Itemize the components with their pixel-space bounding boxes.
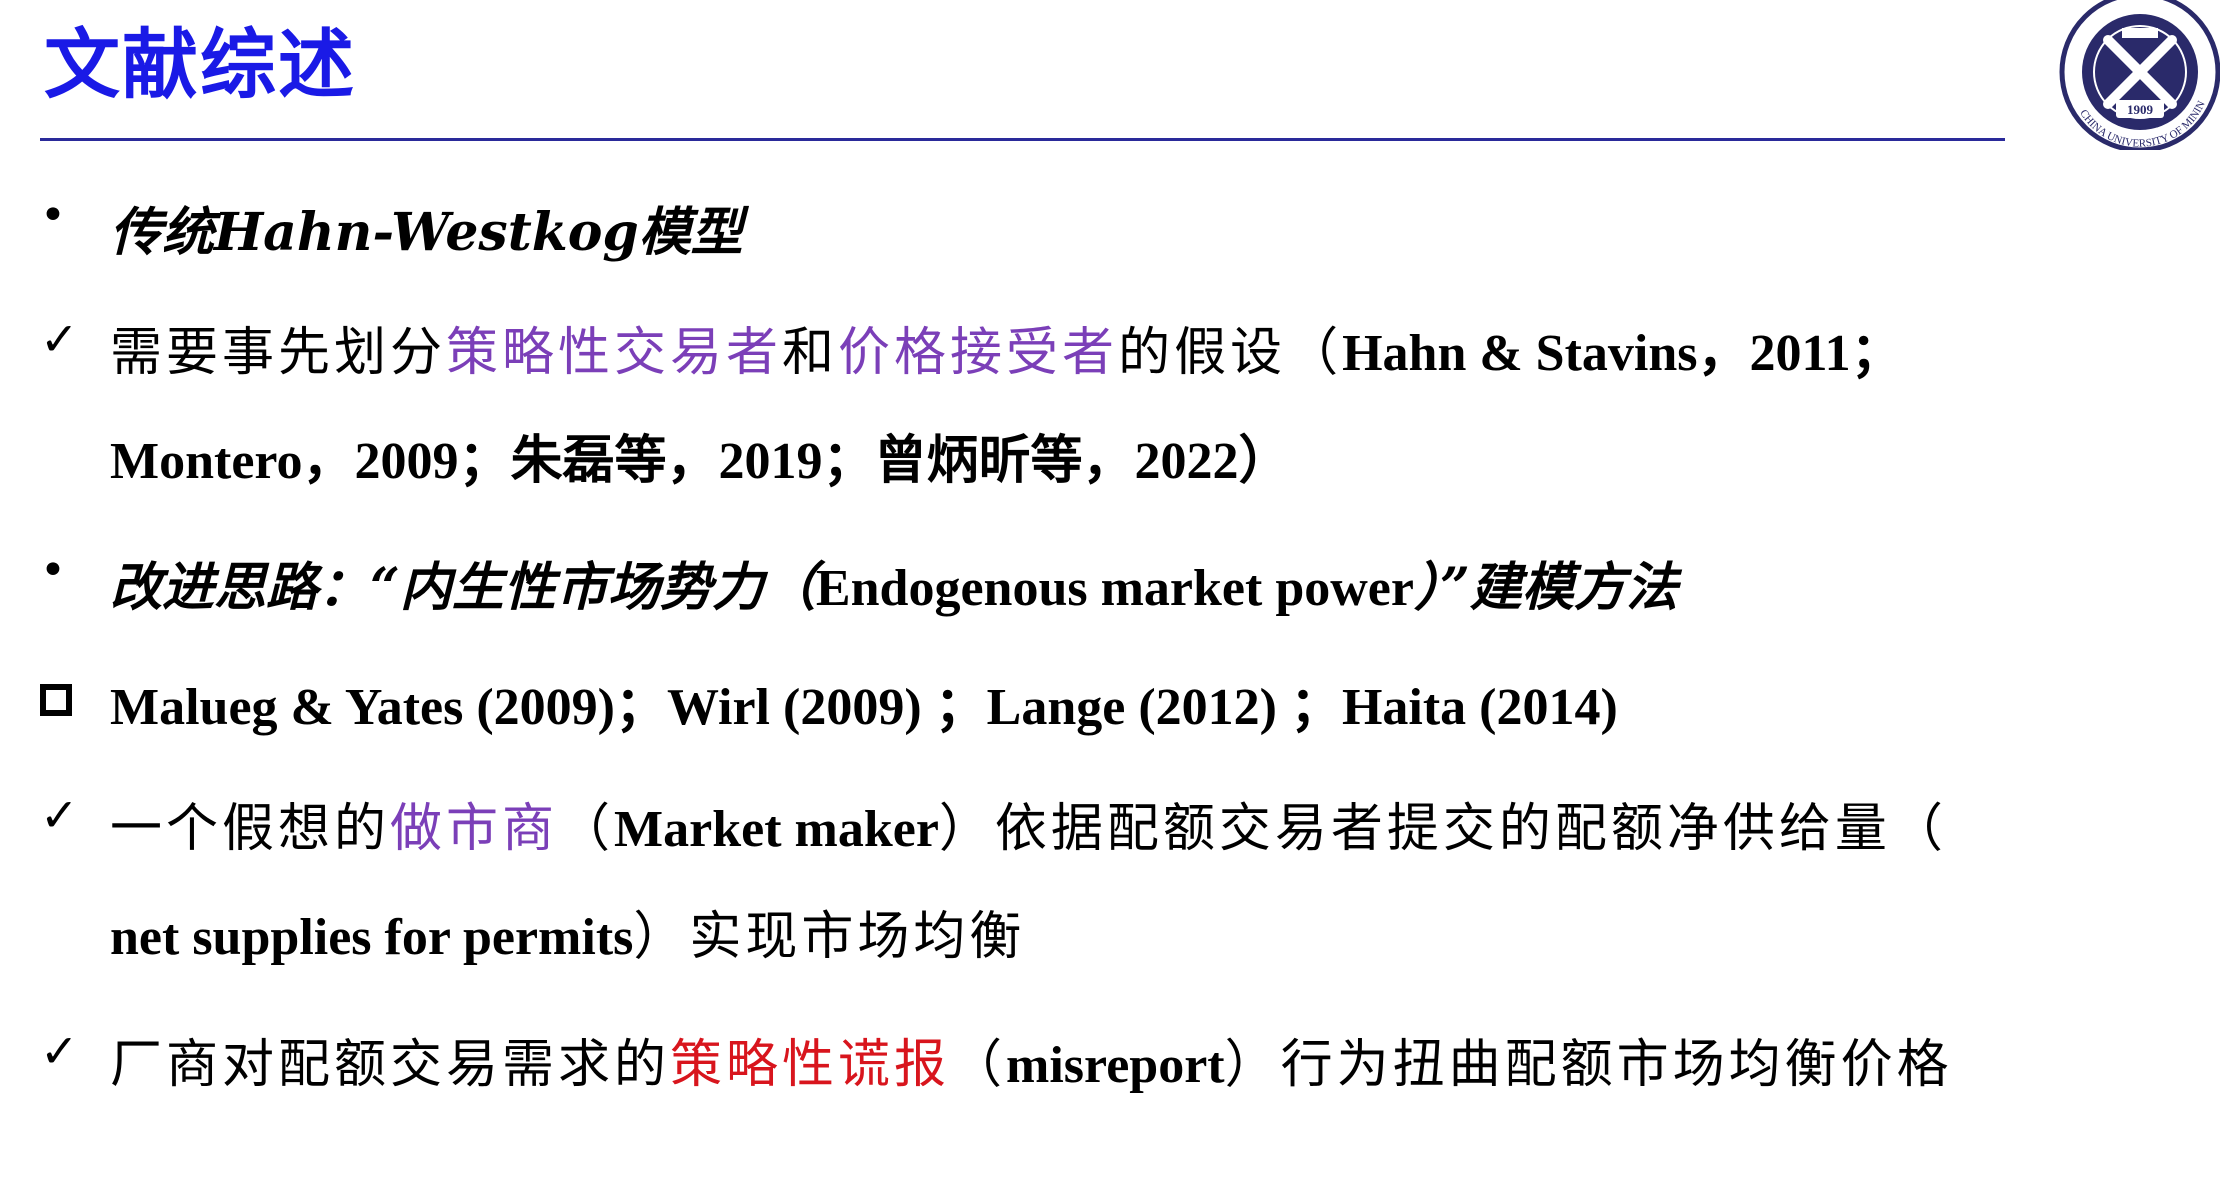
page-title: 文献综述 bbox=[44, 20, 356, 109]
square-bullet-icon bbox=[40, 670, 72, 728]
market-maker-highlight: 做市商 bbox=[390, 799, 559, 859]
slide: 文献综述 1909 CHINA UNIVERSITY OF MINING & T… bbox=[0, 0, 2220, 1200]
university-logo: 1909 CHINA UNIVERSITY OF MINING & TECH bbox=[2018, 0, 2220, 150]
references-line: Malueg & Yates (2009)；Wirl (2009) ；Lange… bbox=[110, 679, 1618, 736]
net-supplies-line: net supplies for permits）实现市场均衡 bbox=[110, 907, 1026, 967]
checkmark-icon: ✓ bbox=[40, 312, 79, 366]
bullet-dot-icon: • bbox=[40, 545, 66, 596]
misreport-line: 厂商对配额交易需求的策略性谎报（misreport）行为扭曲配额市场均衡价格 bbox=[110, 1035, 1953, 1095]
logo-year: 1909 bbox=[2127, 102, 2154, 117]
strategic-misreport-highlight: 策略性谎报 bbox=[670, 1035, 951, 1095]
university-seal-icon: 1909 CHINA UNIVERSITY OF MINING & TECH bbox=[2018, 0, 2220, 150]
checkmark-icon: ✓ bbox=[40, 788, 79, 842]
title-divider bbox=[40, 138, 2005, 141]
assumption-line: 需要事先划分策略性交易者和价格接受者的假设（Hahn & Stavins，201… bbox=[110, 323, 1903, 383]
heading-improvement: 改进思路：“内生性市场势力（Endogenous market power）”建… bbox=[110, 557, 1678, 618]
strategic-traders-highlight: 策略性交易者 bbox=[446, 323, 783, 383]
citation-line: Montero，2009；朱磊等，2019；曾炳昕等，2022） bbox=[110, 433, 1291, 490]
market-maker-line: 一个假想的做市商（Market maker）依据配额交易者提交的配额净供给量（ bbox=[110, 799, 1947, 859]
checkmark-icon: ✓ bbox=[40, 1024, 79, 1078]
bullet-dot-icon: • bbox=[40, 190, 66, 241]
price-takers-highlight: 价格接受者 bbox=[838, 323, 1119, 383]
heading-traditional-model: 传统Hahn-Westkog模型 bbox=[110, 202, 743, 263]
